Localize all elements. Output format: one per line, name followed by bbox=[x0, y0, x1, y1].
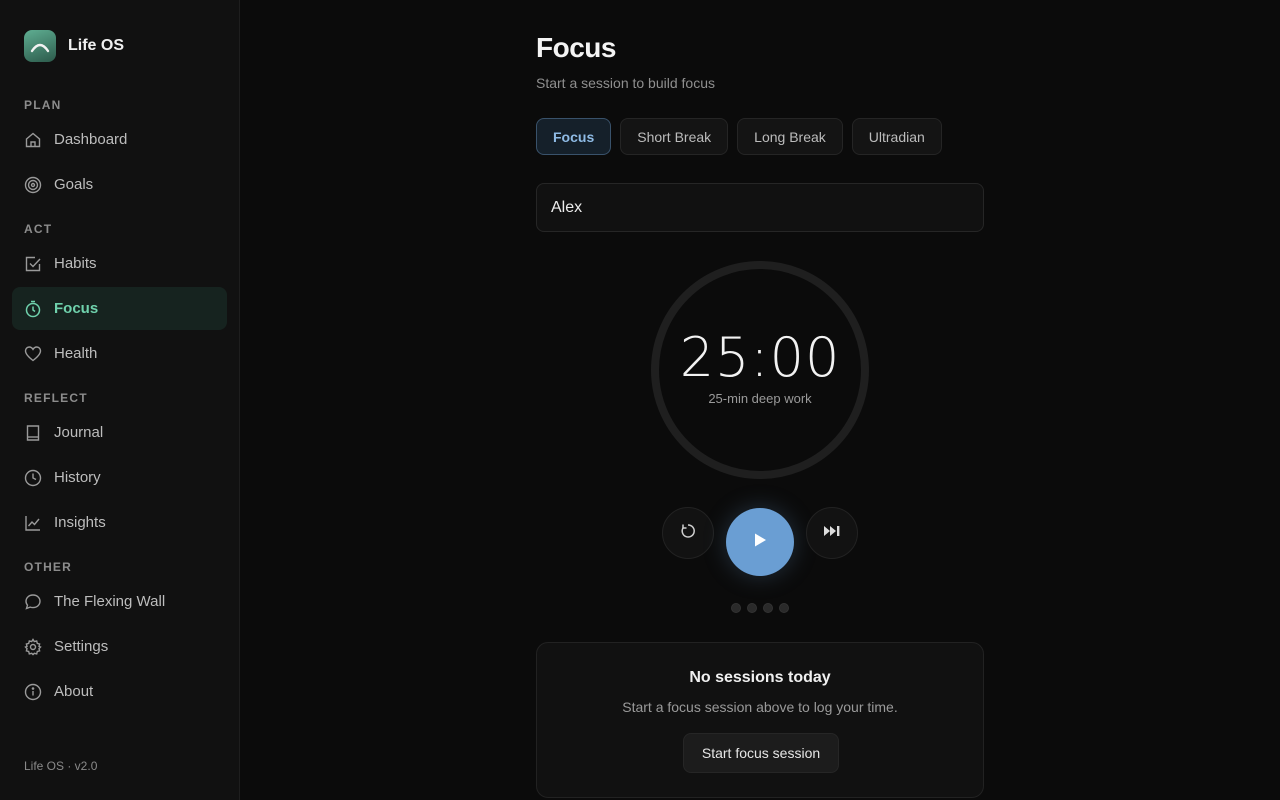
sessions-title: No sessions today bbox=[689, 669, 831, 686]
session-dot bbox=[779, 603, 789, 613]
sidebar-item-focus[interactable]: Focus bbox=[12, 287, 227, 330]
section-label-reflect: REFLECT bbox=[24, 391, 88, 405]
sidebar-item-label: About bbox=[54, 683, 94, 700]
sidebar-item-label: Insights bbox=[54, 514, 106, 531]
target-icon bbox=[24, 176, 42, 194]
start-focus-session-button[interactable]: Start focus session bbox=[683, 733, 839, 773]
skip-forward-icon bbox=[822, 524, 842, 543]
section-label-plan: PLAN bbox=[24, 98, 62, 112]
sessions-card: No sessions today Start a focus session … bbox=[536, 642, 984, 798]
session-dots bbox=[731, 603, 789, 613]
sidebar-item-dashboard[interactable]: Dashboard bbox=[12, 118, 227, 161]
session-dot bbox=[747, 603, 757, 613]
sidebar-item-settings[interactable]: Settings bbox=[12, 625, 227, 668]
tab-ultradian[interactable]: Ultradian bbox=[851, 118, 942, 155]
tab-focus[interactable]: Focus bbox=[536, 118, 612, 155]
book-icon bbox=[24, 424, 42, 442]
session-dot bbox=[763, 603, 773, 613]
reset-button[interactable] bbox=[662, 507, 714, 559]
timer-icon bbox=[24, 300, 42, 318]
sidebar-item-insights[interactable]: Insights bbox=[12, 501, 227, 544]
chat-bubble-icon bbox=[24, 593, 42, 611]
sidebar-item-journal[interactable]: Journal bbox=[12, 411, 227, 454]
section-label-act: ACT bbox=[24, 222, 53, 236]
gear-icon bbox=[24, 637, 42, 656]
skip-button[interactable] bbox=[806, 507, 858, 559]
sidebar: Life OS PLAN Dashboard Goals ACT Habits … bbox=[0, 0, 240, 800]
app-name: Life OS bbox=[68, 37, 125, 54]
home-icon bbox=[24, 131, 42, 149]
tab-long-break[interactable]: Long Break bbox=[737, 118, 843, 155]
sidebar-item-about[interactable]: About bbox=[12, 670, 227, 713]
sidebar-item-label: Habits bbox=[54, 255, 97, 272]
play-icon bbox=[751, 531, 769, 554]
sidebar-item-label: Focus bbox=[54, 300, 99, 317]
clock-icon bbox=[24, 469, 42, 487]
page-subtitle: Start a session to build focus bbox=[536, 75, 715, 91]
task-input[interactable] bbox=[536, 183, 984, 232]
sidebar-item-label: Goals bbox=[54, 176, 94, 193]
sidebar-item-label: The Flexing Wall bbox=[54, 593, 166, 610]
session-dot bbox=[731, 603, 741, 613]
heart-icon bbox=[24, 345, 42, 363]
tab-short-break[interactable]: Short Break bbox=[620, 118, 729, 155]
page-title: Focus bbox=[536, 32, 616, 63]
info-icon bbox=[24, 683, 42, 701]
sidebar-item-label: Health bbox=[54, 345, 98, 362]
sidebar-item-history[interactable]: History bbox=[12, 456, 227, 499]
reset-icon bbox=[679, 522, 697, 545]
sidebar-item-habits[interactable]: Habits bbox=[12, 242, 227, 285]
timer-display: 25:00 bbox=[679, 326, 841, 389]
chart-line-icon bbox=[24, 514, 42, 532]
section-label-other: OTHER bbox=[24, 560, 72, 574]
sidebar-item-label: Settings bbox=[54, 638, 109, 655]
sidebar-item-flexing-wall[interactable]: The Flexing Wall bbox=[12, 580, 227, 623]
app-version: Life OS · v2.0 bbox=[24, 759, 98, 773]
sessions-description: Start a focus session above to log your … bbox=[622, 699, 898, 715]
brand[interactable]: Life OS bbox=[24, 30, 124, 62]
sidebar-item-label: Dashboard bbox=[54, 131, 128, 148]
sidebar-item-label: Journal bbox=[54, 424, 104, 441]
sidebar-item-health[interactable]: Health bbox=[12, 332, 227, 375]
timer-label: 25-min deep work bbox=[708, 391, 812, 406]
checkbox-icon bbox=[24, 255, 42, 273]
play-button[interactable] bbox=[726, 508, 794, 576]
sidebar-item-goals[interactable]: Goals bbox=[12, 163, 227, 206]
app-logo-icon bbox=[24, 30, 56, 62]
sidebar-item-label: History bbox=[54, 469, 101, 486]
mode-tabs: Focus Short Break Long Break Ultradian bbox=[536, 118, 942, 155]
